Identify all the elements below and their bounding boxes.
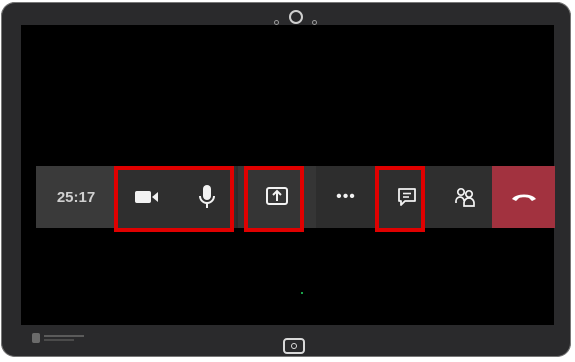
participants-icon: [455, 187, 475, 207]
chat-icon: [398, 188, 416, 206]
home-button-icon: [291, 343, 297, 349]
microphone-icon: [199, 185, 215, 208]
hang-up-button[interactable]: [492, 166, 555, 228]
more-options-icon: •••: [336, 188, 356, 205]
cursor-dot: [301, 292, 303, 294]
brand-text-line: [44, 335, 84, 337]
camera-toggle-button[interactable]: [116, 166, 178, 228]
home-button[interactable]: [283, 338, 305, 354]
hang-up-icon: [511, 194, 536, 201]
front-camera: [289, 10, 303, 24]
brand-text-line: [44, 339, 74, 341]
share-screen-button[interactable]: [238, 166, 316, 228]
chat-button[interactable]: [376, 166, 438, 228]
microphone-toggle-button[interactable]: [178, 166, 236, 228]
brand-mark: [32, 333, 40, 343]
more-options-button[interactable]: •••: [316, 166, 376, 228]
video-camera-icon: [135, 191, 158, 203]
meeting-control-bar: 25:17 •••: [36, 166, 555, 228]
share-screen-icon: [266, 187, 288, 205]
top-bezel: [1, 2, 571, 26]
meeting-timer: 25:17: [36, 166, 116, 228]
participants-button[interactable]: [438, 166, 492, 228]
device-brand-logo: [32, 333, 92, 345]
